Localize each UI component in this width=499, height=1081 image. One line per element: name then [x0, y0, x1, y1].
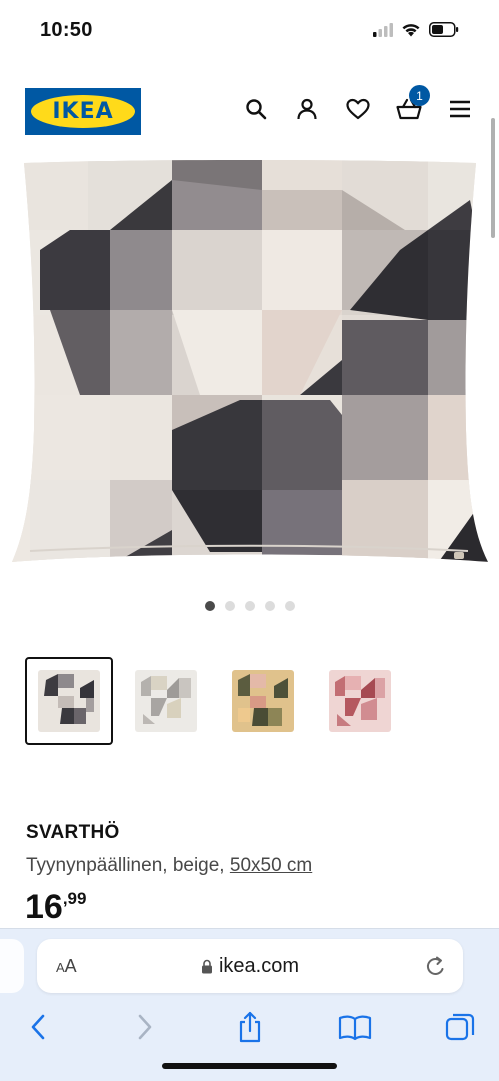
thumbnail-pink[interactable]: [316, 657, 404, 745]
carousel-dots: [0, 601, 499, 611]
thumbnail-yellow-green-image: [232, 670, 294, 732]
url-display[interactable]: ikea.com: [37, 939, 463, 993]
search-icon[interactable]: [243, 96, 269, 122]
header-actions: 1: [218, 85, 473, 122]
product-price: 16,99: [25, 888, 86, 927]
carousel-dot[interactable]: [284, 601, 295, 611]
browser-toolbar: [0, 1009, 499, 1049]
thumbnail-gray-image: [38, 670, 100, 732]
battery-icon: [429, 22, 459, 37]
carousel-dot[interactable]: [224, 601, 235, 611]
thumbnail-gray[interactable]: [25, 657, 113, 745]
wifi-icon: [402, 24, 420, 37]
back-icon[interactable]: [21, 1009, 55, 1045]
carousel-dot[interactable]: [244, 601, 255, 611]
status-time: 10:50: [40, 19, 93, 41]
ikea-logo[interactable]: IKEA: [25, 88, 141, 135]
home-indicator[interactable]: [162, 1063, 337, 1069]
logo-text: IKEA: [52, 99, 114, 124]
lock-icon: [201, 959, 212, 973]
profile-icon[interactable]: [294, 96, 320, 122]
product-name: SVARTHÖ: [26, 822, 120, 843]
color-variant-thumbnails: [25, 657, 404, 745]
status-icons: [373, 22, 459, 37]
thumbnail-pink-image: [329, 670, 391, 732]
forward-icon[interactable]: [128, 1009, 162, 1045]
price-decimal: ,99: [62, 889, 87, 908]
share-icon[interactable]: [233, 1009, 267, 1045]
previous-tab-preview[interactable]: [0, 939, 24, 993]
thumbnail-light-gray-image: [135, 670, 197, 732]
cellular-signal-icon: [373, 22, 393, 37]
basket-icon[interactable]: 1: [396, 85, 430, 122]
page-scrollbar[interactable]: [491, 118, 495, 238]
product-description-text: Tyynynpäällinen, beige,: [26, 855, 230, 876]
browser-bottom-bar: AA ikea.com: [0, 928, 499, 1081]
status-bar: 10:50: [0, 0, 499, 62]
carousel-dot[interactable]: [264, 601, 275, 611]
site-header: IKEA 1: [0, 80, 499, 142]
cart-count-badge: 1: [409, 85, 430, 106]
product-image[interactable]: [10, 160, 490, 570]
bookmarks-icon[interactable]: [338, 1009, 372, 1045]
product-description: Tyynynpäällinen, beige, 50x50 cm: [26, 855, 312, 877]
menu-icon[interactable]: [447, 96, 473, 122]
carousel-dot[interactable]: [204, 601, 215, 611]
heart-icon[interactable]: [345, 96, 371, 122]
thumbnail-light-gray[interactable]: [122, 657, 210, 745]
reload-icon[interactable]: [425, 954, 447, 983]
thumbnail-yellow-green[interactable]: [219, 657, 307, 745]
url-text: ikea.com: [218, 954, 300, 977]
product-size-link[interactable]: 50x50 cm: [230, 855, 312, 876]
address-bar[interactable]: AA ikea.com: [37, 939, 463, 993]
tabs-icon[interactable]: [443, 1009, 477, 1045]
price-integer: 16: [25, 888, 63, 926]
